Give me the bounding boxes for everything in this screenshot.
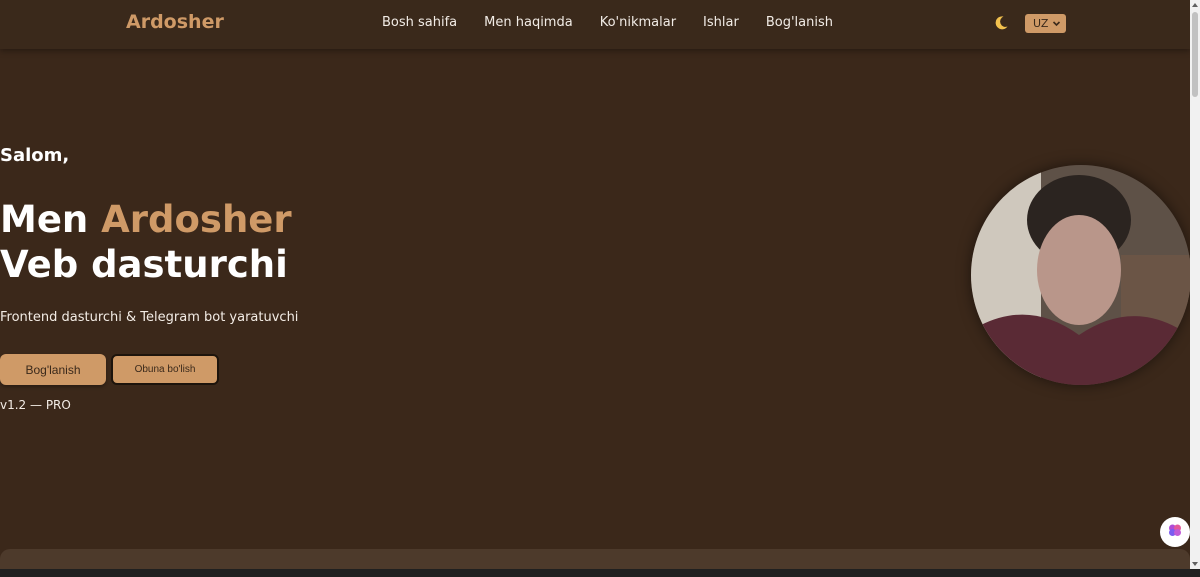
vertical-scrollbar[interactable] <box>1190 0 1200 569</box>
hero-headline-role: Veb dasturchi <box>0 243 288 286</box>
os-taskbar <box>0 569 1200 577</box>
nav-item-about[interactable]: Men haqimda <box>484 15 573 30</box>
hero-headline-line1: Men Ardosher <box>0 197 292 242</box>
nav-item-skills[interactable]: Ko'nikmalar <box>600 15 676 30</box>
site-header: Ardosher Bosh sahifa Men haqimda Ko'nikm… <box>0 0 1190 49</box>
nav-item-home[interactable]: Bosh sahifa <box>382 15 457 30</box>
nav-item-contact[interactable]: Bog'lanish <box>766 15 833 30</box>
site-logo[interactable]: Ardosher <box>126 11 224 33</box>
hero-headline-name: Ardosher <box>101 198 292 241</box>
language-value: UZ <box>1033 17 1049 30</box>
next-section-card <box>0 549 1190 569</box>
page: Ardosher Bosh sahifa Men haqimda Ko'nikm… <box>0 0 1200 577</box>
scroll-down-icon[interactable] <box>1192 562 1198 566</box>
avatar <box>971 165 1191 385</box>
subscribe-button[interactable]: Obuna bo'lish <box>111 354 219 385</box>
brain-icon <box>1167 522 1183 542</box>
chat-widget-button[interactable] <box>1160 517 1190 547</box>
scroll-up-icon[interactable] <box>1192 3 1198 7</box>
language-select[interactable]: UZ <box>1025 14 1066 33</box>
nav-item-works[interactable]: Ishlar <box>703 15 739 30</box>
chevron-down-icon <box>1052 18 1061 31</box>
contact-button[interactable]: Bog'lanish <box>0 354 106 385</box>
main-nav: Bosh sahifa Men haqimda Ko'nikmalar Ishl… <box>382 15 860 30</box>
moon-icon[interactable] <box>992 14 1010 32</box>
hero-headline: Men Ardosher Veb dasturchi <box>0 197 292 287</box>
hero-headline-prefix: Men <box>0 198 102 241</box>
hero-subtitle: Frontend dasturchi & Telegram bot yaratu… <box>0 310 299 325</box>
hero-greeting: Salom, <box>0 145 70 166</box>
scrollbar-thumb[interactable] <box>1192 12 1198 97</box>
version-label: v1.2 — PRO <box>0 398 71 412</box>
